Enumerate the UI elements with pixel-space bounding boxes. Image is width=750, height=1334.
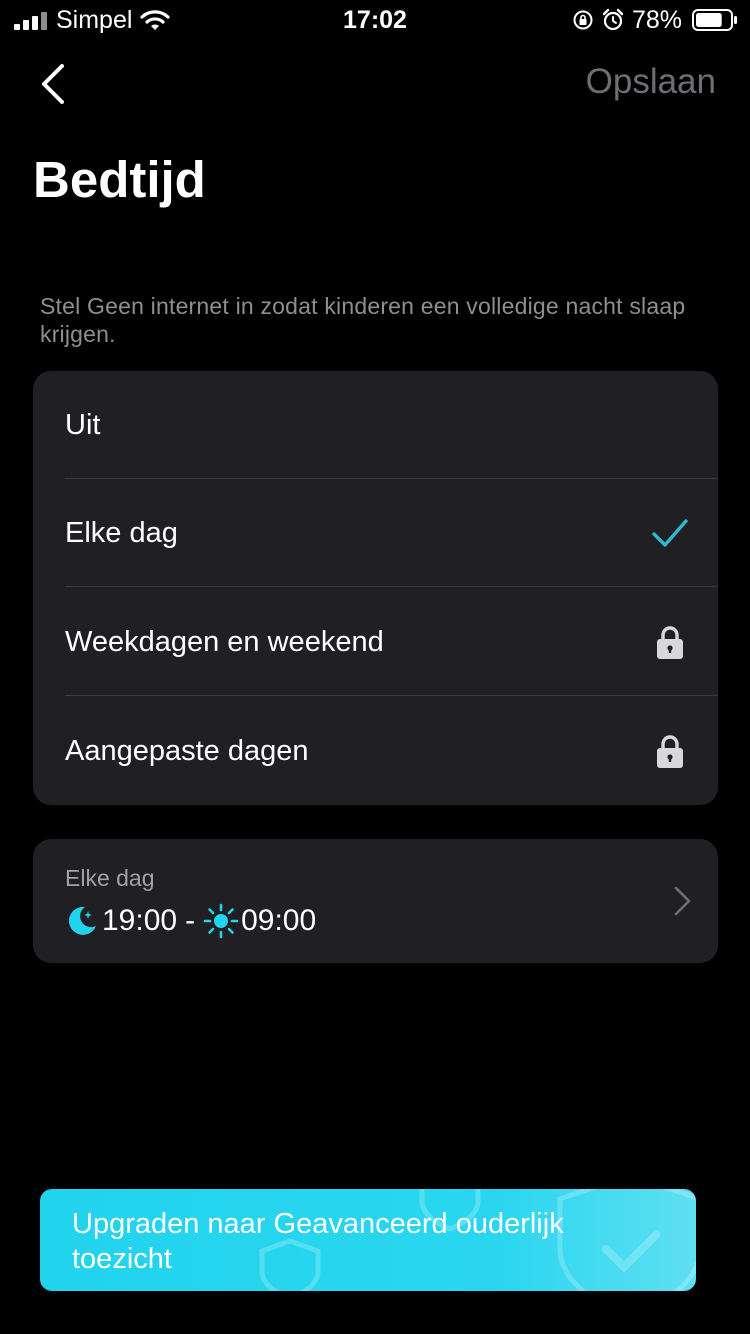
option-custom-days[interactable]: Aangepaste dagen (65, 697, 718, 805)
page-description: Stel Geen internet in zodat kinderen een… (40, 293, 686, 347)
battery-percentage: 78% (632, 6, 683, 34)
option-weekdays-weekend[interactable]: Weekdagen en weekend (65, 588, 718, 696)
divider (65, 695, 718, 696)
schedule-time-range: 19:00 - 09:00 (65, 903, 316, 939)
page-title: Bedtijd (33, 151, 206, 208)
schedule-label: Elke dag (65, 865, 155, 891)
upgrade-label: Upgraden naar Geavanceerd ouderlijk toez… (72, 1208, 564, 1275)
sun-icon (203, 903, 239, 939)
option-label: Weekdagen en weekend (65, 626, 384, 658)
bedtime-start: 19:00 (102, 904, 178, 937)
checkmark-icon (652, 519, 688, 547)
option-label: Uit (65, 409, 101, 441)
option-every-day[interactable]: Elke dag (65, 479, 718, 587)
schedule-card[interactable]: Elke dag 19:00 - 09:00 (33, 839, 718, 963)
upgrade-button[interactable]: Upgraden naar Geavanceerd ouderlijk toez… (40, 1189, 696, 1291)
battery-icon (692, 9, 737, 31)
lock-icon (657, 626, 683, 659)
save-button[interactable]: Opslaan (586, 62, 716, 102)
bedtime-end: 09:00 (241, 904, 317, 937)
option-label: Elke dag (65, 517, 178, 549)
alarm-icon (602, 8, 624, 31)
option-label: Aangepaste dagen (65, 735, 309, 767)
schedule-options-card: Uit Elke dag Weekdagen en weekend Aangep… (33, 371, 718, 805)
moon-icon (68, 906, 96, 935)
divider (65, 586, 718, 587)
chevron-right-icon (674, 886, 691, 916)
time-separator: - (185, 904, 196, 937)
lock-icon (657, 735, 683, 768)
chevron-left-icon (42, 64, 64, 104)
option-off[interactable]: Uit (65, 371, 718, 479)
rotation-lock-icon (573, 10, 593, 30)
status-bar: Simpel 17:02 78% (0, 0, 750, 40)
back-button[interactable] (30, 56, 78, 112)
